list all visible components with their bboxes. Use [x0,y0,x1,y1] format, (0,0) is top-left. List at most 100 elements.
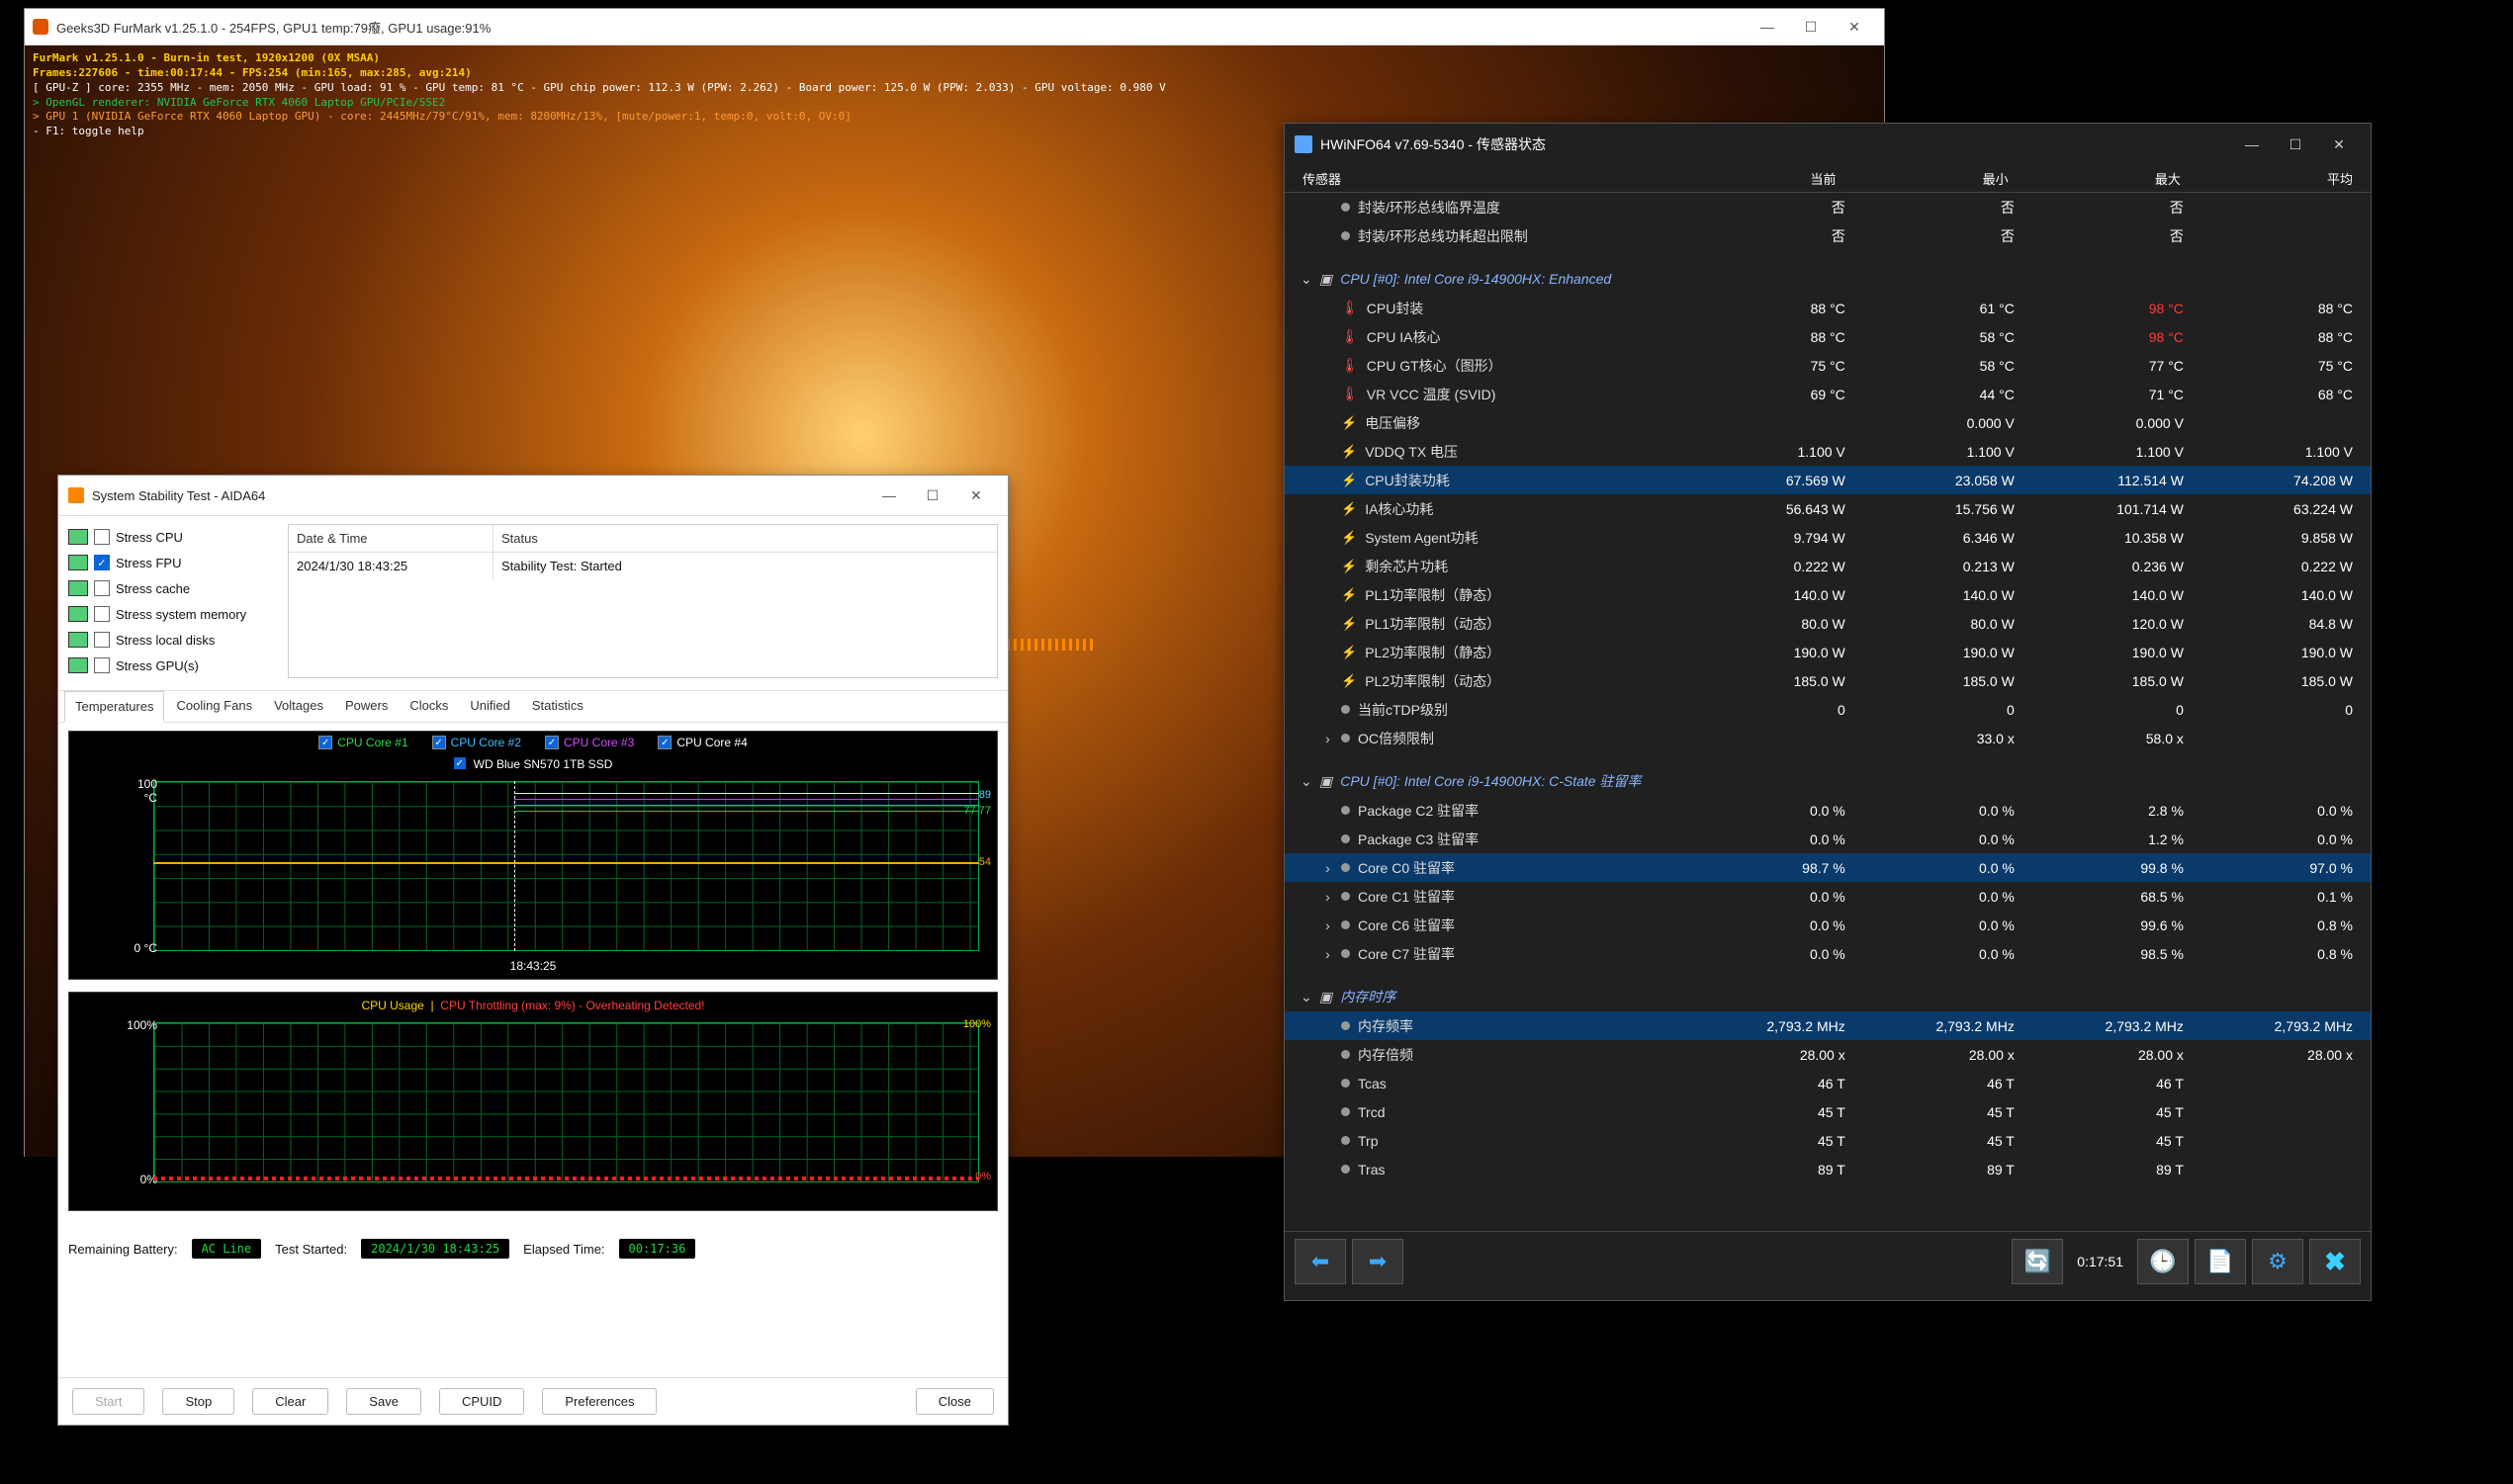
col-avg[interactable]: 平均 [2199,169,2371,188]
col-sensor[interactable]: 传感器 [1285,169,1681,188]
log-button[interactable]: 📄 [2195,1239,2246,1284]
sensor-row[interactable]: 🌡VR VCC 温度 (SVID)69 °C44 °C71 °C68 °C [1285,380,2371,408]
tab-statistics[interactable]: Statistics [522,691,593,722]
sensor-row[interactable]: Tras89 T89 T89 T [1285,1155,2371,1183]
sensor-row[interactable]: ›Core C6 驻留率0.0 %0.0 %99.6 %0.8 % [1285,911,2371,939]
tab-cooling-fans[interactable]: Cooling Fans [166,691,262,722]
sensor-row[interactable]: 封装/环形总线功耗超出限制否否否 [1285,221,2371,250]
sensor-row[interactable]: ⚡CPU封装功耗67.569 W23.058 W112.514 W74.208 … [1285,466,2371,494]
val-max: 112.514 W [2032,473,2201,488]
val-max: 1.2 % [2032,831,2201,847]
sensor-row[interactable]: Trcd45 T45 T45 T [1285,1097,2371,1126]
val-max: 28.00 x [2032,1047,2201,1063]
val-min: 15.756 W [1863,501,2032,517]
sensor-section[interactable]: ⌄▣CPU [#0]: Intel Core i9-14900HX: C-Sta… [1285,766,2371,796]
sensor-row[interactable]: 内存频率2,793.2 MHz2,793.2 MHz2,793.2 MHz2,7… [1285,1011,2371,1040]
save-button[interactable]: Save [346,1388,421,1415]
sensor-row[interactable]: ›Core C1 驻留率0.0 %0.0 %68.5 %0.1 % [1285,882,2371,911]
sensor-row[interactable]: ⚡电压偏移0.000 V0.000 V [1285,408,2371,437]
maximize-button[interactable]: ☐ [911,481,954,509]
tab-temperatures[interactable]: Temperatures [64,691,164,723]
settings-button[interactable]: ⚙ [2252,1239,2303,1284]
sensor-row[interactable]: ⚡PL1功率限制（动态）80.0 W80.0 W120.0 W84.8 W [1285,609,2371,638]
tab-unified[interactable]: Unified [460,691,519,722]
checkbox-stress-sysmem[interactable] [94,606,110,622]
preferences-button[interactable]: Preferences [542,1388,657,1415]
legend-check-ssd[interactable]: ✓ [454,757,466,769]
sensor-row[interactable]: 内存倍频28.00 x28.00 x28.00 x28.00 x [1285,1040,2371,1069]
sensor-row[interactable]: 🌡CPU GT核心（图形）75 °C58 °C77 °C75 °C [1285,351,2371,380]
aida64-titlebar[interactable]: System Stability Test - AIDA64 — ☐ ✕ [58,476,1008,516]
furmark-titlebar[interactable]: Geeks3D FurMark v1.25.1.0 - 254FPS, GPU1… [25,9,1884,45]
legend-core1: CPU Core #1 [337,736,407,749]
sensor-row[interactable]: ⚡VDDQ TX 电压1.100 V1.100 V1.100 V1.100 V [1285,437,2371,466]
sensor-row[interactable]: ⚡PL1功率限制（静态）140.0 W140.0 W140.0 W140.0 W [1285,580,2371,609]
sensor-row[interactable]: ›OC倍频限制33.0 x58.0 x [1285,724,2371,752]
checkbox-stress-cache[interactable] [94,580,110,596]
sensor-row[interactable]: 封装/环形总线临界温度否否否 [1285,193,2371,221]
legend-check-core2[interactable]: ✓ [432,736,446,749]
legend-check-core1[interactable]: ✓ [318,736,332,749]
maximize-button[interactable]: ☐ [1789,13,1833,41]
legend-check-core3[interactable]: ✓ [545,736,559,749]
legend-check-core4[interactable]: ✓ [658,736,672,749]
start-button[interactable]: Start [72,1388,144,1415]
stop-button[interactable]: Stop [162,1388,234,1415]
quit-button[interactable]: ✖ [2309,1239,2361,1284]
tab-clocks[interactable]: Clocks [400,691,458,722]
sensor-row[interactable]: ›Core C0 驻留率98.7 %0.0 %99.8 %97.0 % [1285,853,2371,882]
tab-powers[interactable]: Powers [335,691,398,722]
tab-voltages[interactable]: Voltages [264,691,333,722]
val-avg: 140.0 W [2201,587,2371,603]
sensor-section[interactable]: ⌄▣CPU [#0]: Intel Core i9-14900HX: Enhan… [1285,264,2371,294]
sensor-section[interactable]: ⌄▣内存时序 [1285,982,2371,1011]
col-max[interactable]: 最大 [2026,169,2199,188]
close-button[interactable]: ✕ [1833,13,1876,41]
clear-button[interactable]: Clear [252,1388,328,1415]
sensor-row[interactable]: Package C2 驻留率0.0 %0.0 %2.8 %0.0 % [1285,796,2371,825]
maximize-button[interactable]: ☐ [2274,130,2317,159]
val-current: 9.794 W [1694,530,1863,546]
minimize-button[interactable]: — [1746,13,1789,41]
cpuid-button[interactable]: CPUID [439,1388,524,1415]
close-button[interactable]: Close [916,1388,994,1415]
val-min: 58 °C [1863,329,2032,345]
val-current: 0.0 % [1694,803,1863,819]
hwinfo-rows[interactable]: 封装/环形总线临界温度否否否封装/环形总线功耗超出限制否否否 ⌄▣CPU [#0]… [1285,193,2371,1231]
sensor-row[interactable]: 🌡CPU封装88 °C61 °C98 °C88 °C [1285,294,2371,322]
sensor-name: Tcas [1358,1076,1387,1091]
minimize-button[interactable]: — [2230,130,2274,159]
val-max: 120.0 W [2032,616,2201,632]
collapse-right-button[interactable]: ➡ [1352,1239,1403,1284]
checkbox-stress-gpus[interactable] [94,657,110,673]
minimize-button[interactable]: — [867,481,911,509]
col-current[interactable]: 当前 [1681,169,1853,188]
val-77: 77 77 [963,805,991,817]
sensor-row[interactable]: ⚡IA核心功耗56.643 W15.756 W101.714 W63.224 W [1285,494,2371,523]
checkbox-stress-localdisks[interactable] [94,632,110,648]
refresh-button[interactable]: 🔄 [2012,1239,2063,1284]
checkbox-stress-fpu[interactable]: ✓ [94,555,110,570]
sensor-row[interactable]: ⚡System Agent功耗9.794 W6.346 W10.358 W9.8… [1285,523,2371,552]
col-min[interactable]: 最小 [1853,169,2025,188]
sensor-row[interactable]: ›Core C7 驻留率0.0 %0.0 %98.5 %0.8 % [1285,939,2371,968]
close-button[interactable]: ✕ [2317,130,2361,159]
val-avg: 190.0 W [2201,645,2371,660]
close-button[interactable]: ✕ [954,481,998,509]
hwinfo-titlebar[interactable]: HWiNFO64 v7.69-5340 - 传感器状态 — ☐ ✕ [1285,124,2371,165]
expand-left-button[interactable]: ⬅ [1295,1239,1346,1284]
usage-chart: CPU Usage | CPU Throttling (max: 9%) - O… [68,992,998,1211]
sensor-row[interactable]: Trp45 T45 T45 T [1285,1126,2371,1155]
col-status: Status [494,525,997,552]
sensor-row[interactable]: 当前cTDP级别0000 [1285,695,2371,724]
sensor-row[interactable]: 🌡CPU IA核心88 °C58 °C98 °C88 °C [1285,322,2371,351]
y-axis-0: 0 °C [124,941,157,955]
sensor-row[interactable]: ⚡PL2功率限制（动态）185.0 W185.0 W185.0 W185.0 W [1285,666,2371,695]
sensor-row[interactable]: Tcas46 T46 T46 T [1285,1069,2371,1097]
checkbox-stress-cpu[interactable] [94,529,110,545]
val-min: 0.000 V [1863,415,2032,431]
sensor-row[interactable]: ⚡剩余芯片功耗0.222 W0.213 W0.236 W0.222 W [1285,552,2371,580]
sensor-row[interactable]: ⚡PL2功率限制（静态）190.0 W190.0 W190.0 W190.0 W [1285,638,2371,666]
clock-button[interactable]: 🕒 [2137,1239,2189,1284]
sensor-row[interactable]: Package C3 驻留率0.0 %0.0 %1.2 %0.0 % [1285,825,2371,853]
